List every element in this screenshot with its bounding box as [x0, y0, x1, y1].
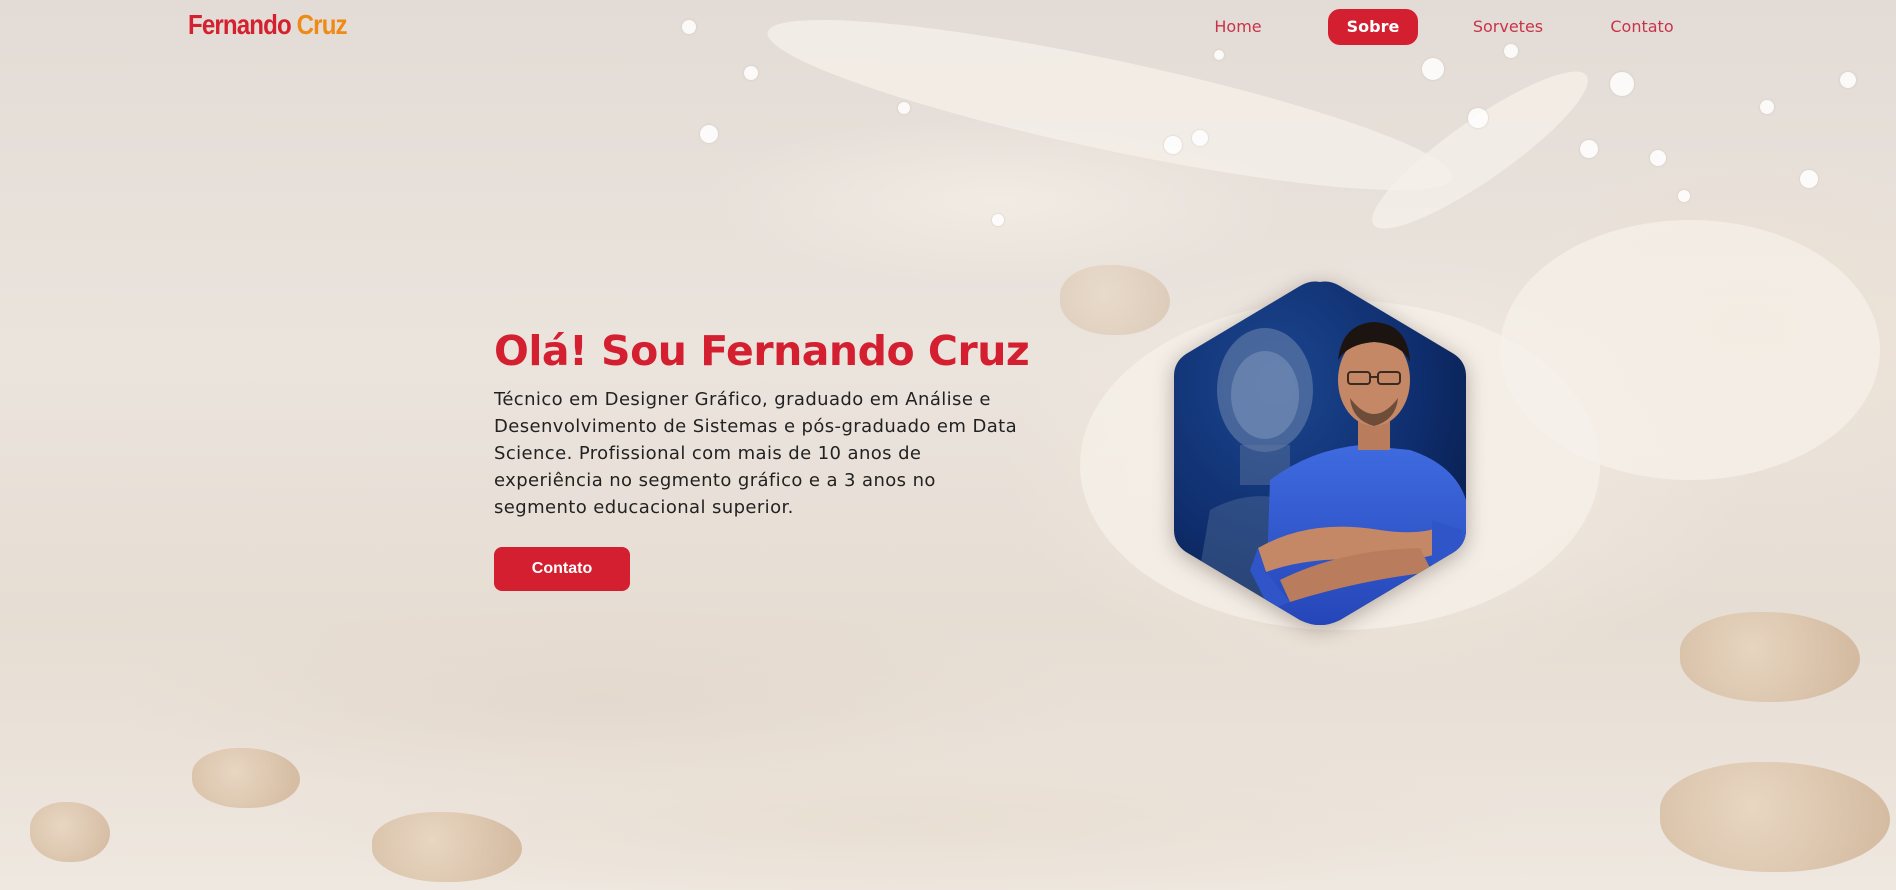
nav-item-home[interactable]: Home [1208, 9, 1268, 45]
nav-item-contato[interactable]: Contato [1606, 9, 1678, 45]
contact-button[interactable]: Contato [494, 547, 630, 591]
nav-item-sobre[interactable]: Sobre [1328, 9, 1418, 45]
top-navbar: Fernando Cruz Home Sobre Sorvetes Contat… [0, 0, 1896, 54]
nav-item-sorvetes[interactable]: Sorvetes [1470, 9, 1546, 45]
main-nav: Home Sobre Sorvetes Contato [0, 9, 1896, 45]
profile-photo [1170, 280, 1470, 625]
hero-description: Técnico em Designer Gráfico, graduado em… [494, 389, 1018, 518]
hero-title: Olá! Sou Fernando Cruz [494, 327, 1030, 375]
